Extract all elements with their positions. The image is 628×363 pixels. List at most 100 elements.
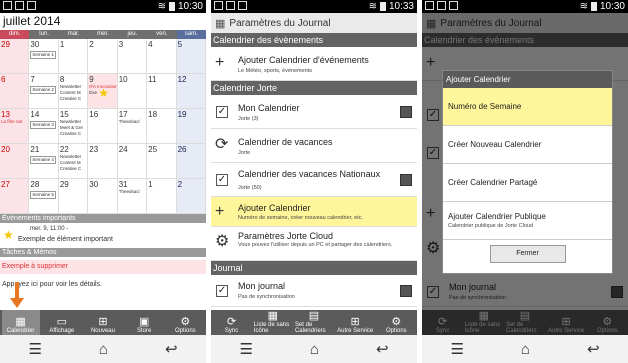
day-cell[interactable]: 30Semaine 1 bbox=[29, 39, 59, 74]
back-icon[interactable]: ↩ bbox=[165, 340, 178, 358]
option-shared-calendar[interactable]: Créer Calendrier Partagé bbox=[443, 164, 612, 202]
day-cell[interactable]: 22 Newsletter Content M Creative C bbox=[58, 144, 89, 179]
important-event-text[interactable]: Exemple de élément important bbox=[18, 236, 206, 243]
view-button[interactable]: ▭ Affichage bbox=[43, 310, 81, 335]
checkbox-checked[interactable]: ✓ bbox=[216, 106, 228, 118]
phone-screen-settings: ≋ 10:33 ▦ Paramètres du Journal Calendri… bbox=[211, 0, 417, 363]
event-chip[interactable]: Semaine 1 bbox=[30, 51, 56, 59]
add-calendar-item[interactable]: + Ajouter Calendrier Numéro de semaine, … bbox=[211, 197, 417, 227]
other-service-button[interactable]: ⊞ Autre Service bbox=[336, 310, 374, 335]
day-cell-today[interactable]: 9 IFA Innovations medi Exe ★ bbox=[88, 74, 118, 109]
color-swatch[interactable] bbox=[400, 106, 412, 118]
day-cell[interactable]: 2 bbox=[88, 39, 118, 74]
menu-icon[interactable]: ☰ bbox=[239, 340, 252, 358]
option-new-calendar[interactable]: Créer Nouveau Calendrier bbox=[443, 126, 612, 164]
new-button[interactable]: ⊞ Nouveau bbox=[84, 310, 122, 335]
day-cell[interactable]: 26 bbox=[176, 144, 206, 179]
calendar-item[interactable]: ⟳ Calendrier de vacances Jorte bbox=[211, 129, 417, 163]
journal-item[interactable]: ✓ Mon journal Pas de synchronisation bbox=[211, 275, 417, 307]
calendar-item[interactable]: ✓ Mon Calendrier Jorte (3) bbox=[211, 95, 417, 129]
day-cell[interactable]: 25 bbox=[147, 144, 177, 179]
option-week-number[interactable]: Numéro de Semaine bbox=[443, 88, 612, 126]
event-chip[interactable]: Semaine 4 bbox=[30, 156, 56, 164]
day-cell[interactable]: 5 bbox=[176, 39, 206, 74]
day-cell[interactable]: 21Semaine 4 bbox=[29, 144, 59, 179]
event-chip[interactable]: La fête nat bbox=[1, 119, 27, 125]
month-title[interactable]: juillet 2014 bbox=[3, 14, 60, 28]
day-cell[interactable]: 1 bbox=[58, 39, 89, 74]
day-cell[interactable]: 18 bbox=[147, 109, 177, 144]
menu-icon[interactable]: ☰ bbox=[450, 340, 463, 358]
home-icon[interactable]: ⌂ bbox=[521, 341, 530, 358]
day-cell[interactable]: 7Semaine 2 bbox=[29, 74, 59, 109]
day-cell[interactable]: 24 bbox=[117, 144, 148, 179]
icon-list-button[interactable]: ▦ Liste de sans Icône bbox=[254, 310, 292, 335]
event-chip[interactable]: Creative C bbox=[60, 131, 86, 137]
close-button[interactable]: Fermer bbox=[489, 245, 566, 263]
event-chip[interactable]: Semaine 5 bbox=[30, 191, 56, 199]
day-cell[interactable]: 23 bbox=[88, 144, 118, 179]
day-cell[interactable]: 15 Newsletter Meet & Gre Creative C bbox=[58, 109, 89, 144]
details-hint[interactable]: Appuyez ici pour voir les détails. bbox=[0, 281, 206, 288]
day-cell[interactable]: 17 Theedsacl bbox=[117, 109, 148, 144]
day-cell[interactable]: 20 bbox=[0, 144, 30, 179]
day-cell[interactable]: 4 bbox=[147, 39, 177, 74]
tasks-memos-header: Tâches & Mémos bbox=[0, 248, 206, 257]
event-chip[interactable]: Semaine 3 bbox=[30, 121, 56, 129]
calendar-item[interactable]: ✓ Calendrier des vacances Nationaux Jort… bbox=[211, 163, 417, 197]
star-icon: ★ bbox=[98, 86, 110, 100]
event-chip[interactable]: Theedsacl bbox=[119, 189, 145, 195]
store-button[interactable]: ▣ Store bbox=[125, 310, 163, 335]
status-time: 10:33 bbox=[388, 1, 414, 12]
day-cell[interactable]: 1 bbox=[147, 179, 177, 214]
back-icon[interactable]: ↩ bbox=[587, 340, 600, 358]
day-cell[interactable]: 27 bbox=[0, 179, 30, 214]
sync-icon: ⟳ bbox=[226, 316, 237, 328]
day-cell[interactable]: 30 bbox=[88, 179, 118, 214]
sync-button[interactable]: ⟳ Sync bbox=[213, 310, 251, 335]
options-button[interactable]: ⚙ Options bbox=[377, 310, 415, 335]
cloud-settings-icon: ⚙ bbox=[215, 233, 230, 250]
color-swatch[interactable] bbox=[400, 285, 412, 297]
menu-icon[interactable]: ☰ bbox=[28, 340, 41, 358]
add-events-calendar-item[interactable]: + Ajouter Calendrier d'événements Le Mét… bbox=[211, 47, 417, 81]
day-cell[interactable]: 10 bbox=[117, 74, 148, 109]
home-icon[interactable]: ⌂ bbox=[99, 341, 108, 358]
event-chip[interactable]: Creative C bbox=[60, 96, 86, 102]
important-event-date: mer. 9, 11:00 - bbox=[30, 226, 69, 232]
pointer-arrow bbox=[10, 282, 24, 308]
plus-icon: ⊞ bbox=[350, 316, 360, 328]
options-button[interactable]: ⚙ Options bbox=[166, 310, 204, 335]
day-cell[interactable]: 31 Theedsacl bbox=[117, 179, 148, 214]
day-cell[interactable]: 8 Newsletter Content M Creative C bbox=[58, 74, 89, 109]
checkbox-checked[interactable]: ✓ bbox=[216, 174, 228, 186]
day-cell[interactable]: 3 bbox=[117, 39, 148, 74]
plus-icon: + bbox=[215, 54, 225, 71]
day-cell[interactable]: 19 bbox=[176, 109, 206, 144]
home-icon[interactable]: ⌂ bbox=[310, 341, 319, 358]
task-item[interactable]: Exemple à supprimer bbox=[0, 260, 206, 274]
calendar-button[interactable]: ▦ Calendrier bbox=[1, 310, 40, 335]
status-time: 10:30 bbox=[177, 1, 203, 12]
day-cell[interactable]: 13 La fête nat bbox=[0, 109, 30, 144]
battery-icon bbox=[379, 2, 386, 11]
day-cell[interactable]: 28Semaine 5 bbox=[29, 179, 59, 214]
event-chip[interactable]: Theedsacl bbox=[119, 119, 145, 125]
day-cell[interactable]: 29 bbox=[0, 39, 30, 74]
day-cell[interactable]: 11 bbox=[147, 74, 177, 109]
event-chip[interactable]: Creative C bbox=[60, 166, 86, 172]
day-cell[interactable]: 16 bbox=[88, 109, 118, 144]
back-icon[interactable]: ↩ bbox=[376, 340, 389, 358]
day-cell[interactable]: 14Semaine 3 bbox=[29, 109, 59, 144]
checkbox-checked[interactable]: ✓ bbox=[216, 285, 228, 297]
event-chip[interactable]: Semaine 2 bbox=[30, 86, 56, 94]
day-cell[interactable]: 29 bbox=[58, 179, 89, 214]
calendar-set-button[interactable]: ▤ Set de Calendriers bbox=[295, 310, 333, 335]
day-cell[interactable]: 2 bbox=[176, 179, 206, 214]
option-public-calendar[interactable]: Ajouter Calendrier Publique Calendrier pu… bbox=[443, 202, 612, 240]
day-cell[interactable]: 12 bbox=[176, 74, 206, 109]
jorte-cloud-item[interactable]: ⚙ Paramètres Jorte Cloud Vous pouvez l'u… bbox=[211, 227, 417, 261]
display-icon: ▭ bbox=[56, 316, 67, 328]
day-cell[interactable]: 6 bbox=[0, 74, 30, 109]
color-swatch[interactable] bbox=[400, 174, 412, 186]
